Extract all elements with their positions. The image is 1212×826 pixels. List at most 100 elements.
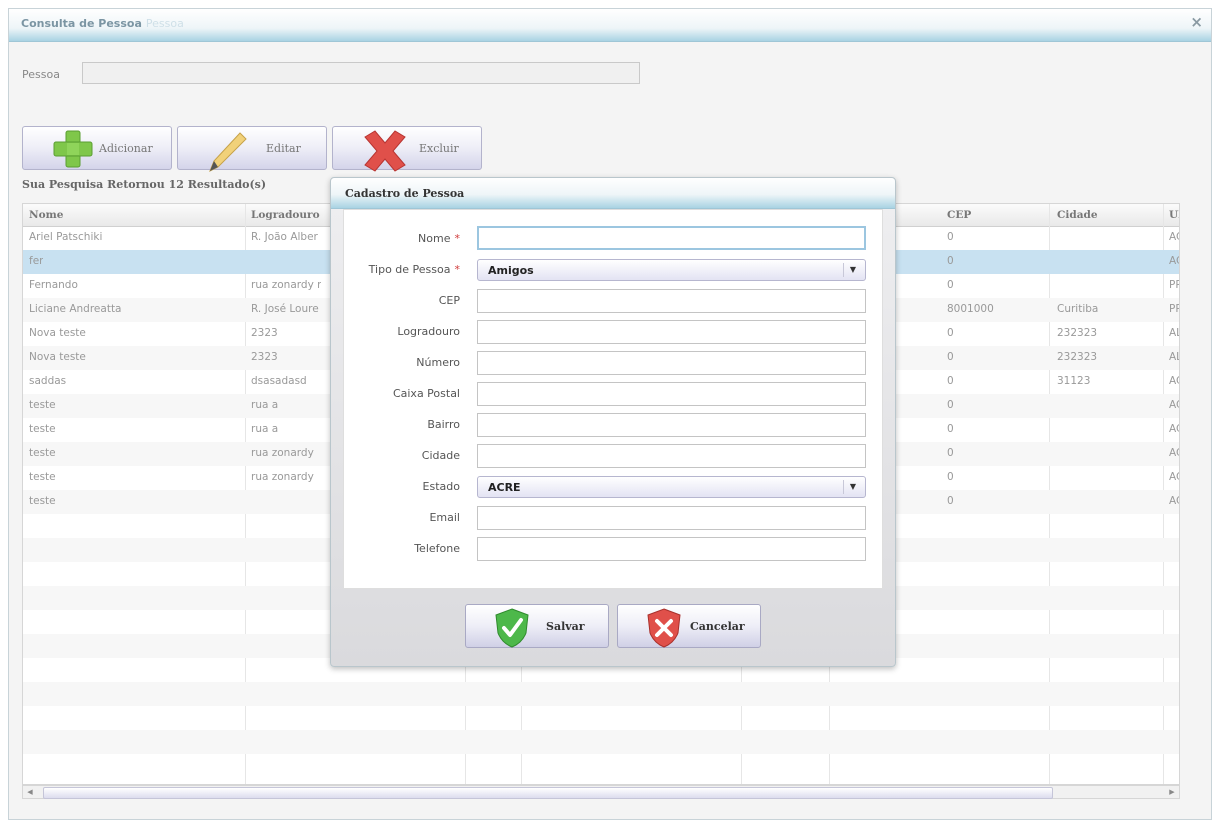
- column-header[interactable]: Cidade: [1057, 209, 1098, 221]
- table-cell: 2323: [251, 351, 278, 363]
- numero-label: Número: [416, 356, 460, 369]
- table-cell: Curitiba: [1057, 303, 1099, 315]
- dialog-form: Nome * Tipo de Pessoa * Amigos ▼ CEP Logra…: [343, 209, 883, 589]
- cancel-button[interactable]: Cancelar: [617, 604, 761, 648]
- dialog-title-bar[interactable]: Cadastro de Pessoa: [331, 178, 895, 209]
- table-cell: teste: [29, 423, 56, 435]
- table-cell: Nova teste: [29, 327, 86, 339]
- table-cell: teste: [29, 495, 56, 507]
- table-cell: AC: [1169, 495, 1179, 507]
- table-row: [23, 706, 1179, 730]
- table-cell: 232323: [1057, 327, 1098, 339]
- table-cell: 0: [947, 423, 954, 435]
- table-cell: fer: [29, 255, 44, 267]
- nome-label: Nome *: [418, 232, 461, 245]
- scroll-right-icon[interactable]: ▶: [1165, 786, 1179, 798]
- telefone-label: Telefone: [414, 542, 460, 555]
- telefone-input[interactable]: [477, 537, 866, 561]
- estado-select[interactable]: ACRE ▼: [477, 476, 866, 498]
- table-cell: teste: [29, 447, 56, 459]
- table-cell: AL: [1169, 327, 1179, 339]
- table-cell: dsasadasd: [251, 375, 307, 387]
- pencil-icon: [209, 132, 247, 173]
- close-icon[interactable]: ×: [1190, 13, 1203, 31]
- table-cell: Nova teste: [29, 351, 86, 363]
- estado-label: Estado: [422, 480, 460, 493]
- bairro-label: Bairro: [427, 418, 460, 431]
- save-button[interactable]: Salvar: [465, 604, 609, 648]
- table-cell: 0: [947, 447, 954, 459]
- nome-input[interactable]: [477, 226, 866, 250]
- delete-button[interactable]: Excluir: [332, 126, 482, 172]
- cep-input[interactable]: [477, 289, 866, 313]
- required-mark: *: [454, 232, 461, 245]
- table-cell: rua a: [251, 423, 279, 435]
- dialog-title: Cadastro de Pessoa: [345, 187, 465, 200]
- search-label: Pessoa: [22, 68, 60, 81]
- cidade-label: Cidade: [421, 449, 460, 462]
- table-cell: Liciane Andreatta: [29, 303, 122, 315]
- table-cell: 0: [947, 255, 954, 267]
- column-header[interactable]: CEP: [947, 209, 971, 221]
- table-cell: AC: [1169, 399, 1179, 411]
- table-cell: AC: [1169, 255, 1179, 267]
- logradouro-label: Logradouro: [397, 325, 460, 338]
- email-input[interactable]: [477, 506, 866, 530]
- bairro-input[interactable]: [477, 413, 866, 437]
- table-cell: 232323: [1057, 351, 1098, 363]
- x-icon: [364, 130, 406, 172]
- cidade-input[interactable]: [477, 444, 866, 468]
- table-cell: 0: [947, 231, 954, 243]
- scrollbar-thumb[interactable]: [43, 787, 1053, 799]
- table-cell: 0: [947, 495, 954, 507]
- table-cell: AC: [1169, 231, 1179, 243]
- table-cell: rua zonardy: [251, 471, 314, 483]
- add-button[interactable]: Adicionar: [22, 126, 172, 170]
- chevron-down-icon[interactable]: ▼: [843, 263, 862, 277]
- column-header[interactable]: UF: [1169, 209, 1179, 221]
- horizontal-scrollbar[interactable]: ◀ ▶: [22, 785, 1180, 799]
- table-cell: rua zonardy: [251, 447, 314, 459]
- table-cell: teste: [29, 399, 56, 411]
- table-cell: AC: [1169, 423, 1179, 435]
- table-cell: saddas: [29, 375, 67, 387]
- caixa-postal-input[interactable]: [477, 382, 866, 406]
- column-header[interactable]: Logradouro: [251, 209, 320, 221]
- numero-input[interactable]: [477, 351, 866, 375]
- logradouro-input[interactable]: [477, 320, 866, 344]
- shield-check-icon: [495, 608, 529, 648]
- chevron-down-icon[interactable]: ▼: [843, 480, 862, 494]
- edit-button-label: Editar: [266, 142, 301, 155]
- table-cell: 0: [947, 327, 954, 339]
- window-title: Consulta de Pessoa Pessoa: [21, 17, 184, 30]
- table-cell: AC: [1169, 471, 1179, 483]
- delete-button-label: Excluir: [419, 142, 459, 155]
- table-cell: Fernando: [29, 279, 78, 291]
- table-cell: 31123: [1057, 375, 1091, 387]
- scroll-left-icon[interactable]: ◀: [23, 786, 37, 798]
- required-mark: *: [454, 263, 461, 276]
- tipo-pessoa-label: Tipo de Pessoa *: [368, 263, 461, 276]
- tipo-pessoa-select[interactable]: Amigos ▼: [477, 259, 866, 281]
- save-button-label: Salvar: [546, 620, 585, 633]
- table-cell: 8001000: [947, 303, 994, 315]
- shield-x-icon: [647, 608, 681, 648]
- tipo-pessoa-value: Amigos: [488, 264, 534, 277]
- table-cell: AL: [1169, 351, 1179, 363]
- pessoa-search-input[interactable]: [82, 62, 640, 84]
- table-cell: R. José Loure: [251, 303, 319, 315]
- plus-icon: [53, 130, 93, 168]
- table-cell: 0: [947, 399, 954, 411]
- cep-label: CEP: [438, 294, 460, 307]
- column-header[interactable]: Nome: [29, 209, 63, 221]
- table-cell: teste: [29, 471, 56, 483]
- table-cell: rua a: [251, 399, 279, 411]
- table-cell: PR: [1169, 279, 1179, 291]
- table-cell: PR: [1169, 303, 1179, 315]
- edit-button[interactable]: Editar: [177, 126, 327, 173]
- table-cell: 2323: [251, 327, 278, 339]
- table-cell: 0: [947, 471, 954, 483]
- window-title-bar[interactable]: Consulta de Pessoa Pessoa ×: [9, 9, 1211, 42]
- cancel-button-label: Cancelar: [690, 620, 745, 633]
- table-row: [23, 754, 1179, 778]
